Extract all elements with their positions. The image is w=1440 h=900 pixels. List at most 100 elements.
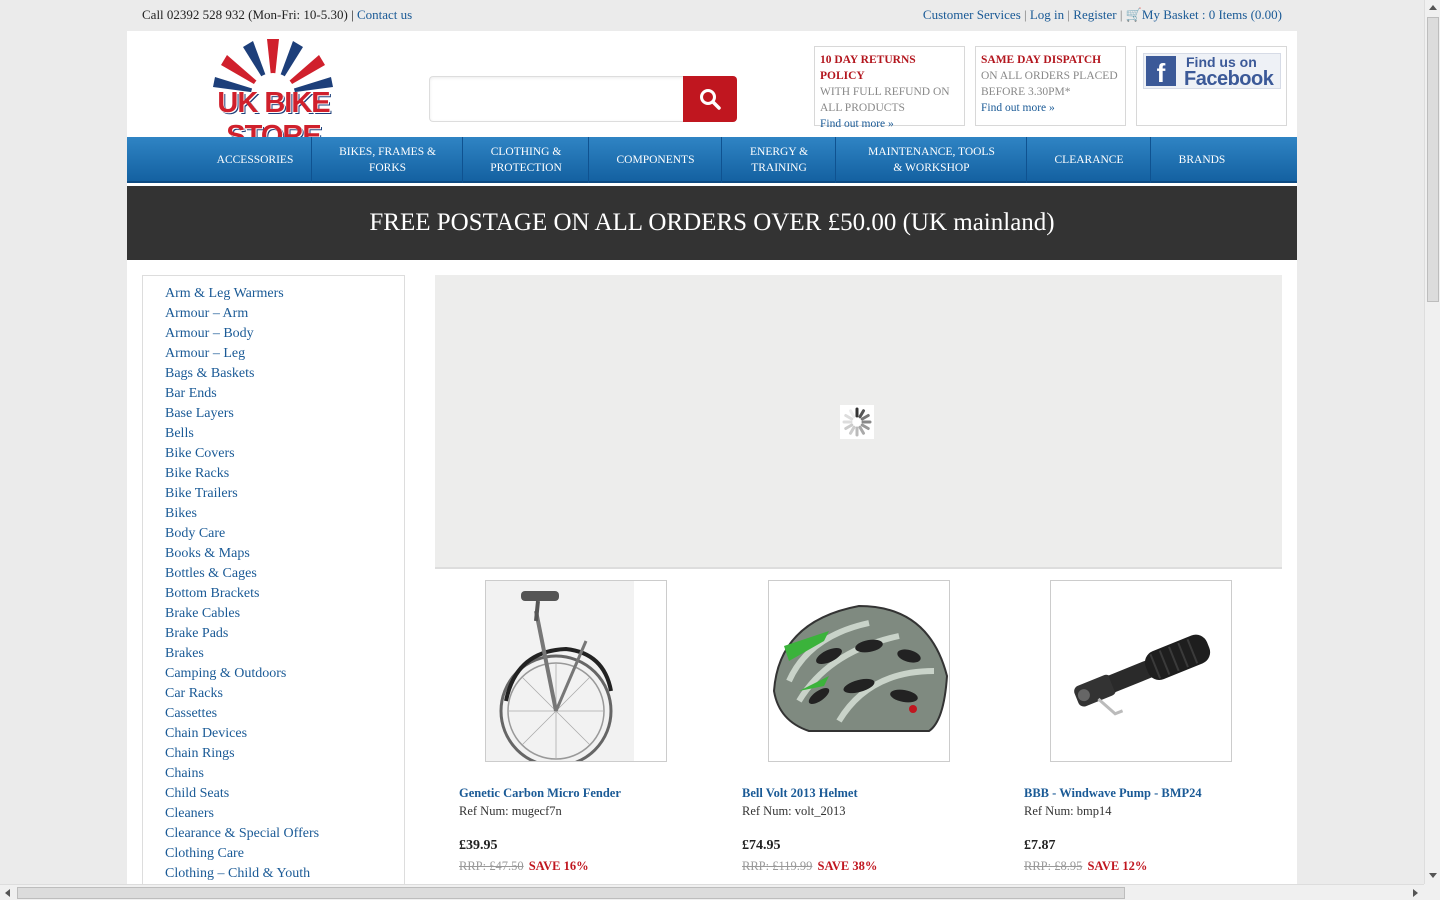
sidebar-category-link[interactable]: Brake Pads [165,624,319,644]
sidebar-category-link[interactable]: Base Layers [165,404,319,424]
product-save: SAVE 12% [1087,859,1148,873]
separator: | [1067,7,1071,22]
nav-maintenance-tools-workshop[interactable]: MAINTENANCE, TOOLS & WORKSHOP [837,137,1027,183]
product-image-link[interactable] [1050,580,1232,762]
product-ref: Ref Num: volt_2013 [742,804,846,818]
vertical-scrollbar[interactable] [1424,0,1440,884]
sidebar-category-link[interactable]: Bike Trailers [165,484,319,504]
sidebar-category-link[interactable]: Bottom Brackets [165,584,319,604]
basket-link[interactable]: 🛒My Basket : 0 Items (0.00) [1126,7,1282,22]
sidebar-category-link[interactable]: Camping & Outdoors [165,664,319,684]
nav-clearance[interactable]: CLEARANCE [1028,137,1151,183]
sidebar-category-link[interactable]: Chain Rings [165,744,319,764]
sidebar-category-link[interactable]: Bar Ends [165,384,319,404]
horizontal-scroll-thumb[interactable] [17,887,1125,899]
basket-label: My Basket : 0 Items (0.00) [1141,7,1282,22]
product-rrp: RRP: £119.99 [742,859,813,873]
sidebar-category-link[interactable]: Chains [165,764,319,784]
product-price: £39.95 [459,838,498,853]
sidebar-category-link[interactable]: Armour – Arm [165,304,319,324]
product-image-link[interactable] [768,580,950,762]
sidebar-category-link[interactable]: Books & Maps [165,544,319,564]
product-save: SAVE 16% [528,859,589,873]
sidebar-category-link[interactable]: Child Seats [165,784,319,804]
scroll-right-icon[interactable] [1413,889,1418,897]
category-sidebar: Arm & Leg Warmers Armour – Arm Armour – Bo… [142,275,405,895]
search-icon [700,89,721,110]
product-name[interactable]: BBB - Windwave Pump - BMP24 [1024,786,1202,801]
scrollbar-corner [1424,884,1440,900]
product-price: £7.87 [1024,838,1056,853]
nav-components[interactable]: COMPONENTS [590,137,722,183]
sidebar-category-link[interactable]: Bike Racks [165,464,319,484]
sidebar-category-link[interactable]: Clearance & Special Offers [165,824,319,844]
returns-promo: 10 DAY RETURNS POLICY WITH FULL REFUND O… [814,46,965,130]
product-save: SAVE 38% [817,859,878,873]
horizontal-scrollbar[interactable] [0,884,1424,900]
top-bar: Call 02392 528 932 (Mon-Fri: 10-5.30) | … [0,0,1424,30]
nav-energy-training[interactable]: ENERGY & TRAINING [723,137,836,183]
sidebar-category-link[interactable]: Bottles & Cages [165,564,319,584]
sidebar-category-link[interactable]: Bags & Baskets [165,364,319,384]
phone-text: Call 02392 528 932 (Mon-Fri: 10-5.30) [142,7,348,22]
sidebar-category-link[interactable]: Brakes [165,644,319,664]
nav-accessories[interactable]: ACCESSORIES [199,137,312,183]
promo-body: WITH FULL REFUND ON ALL PRODUCTS [820,86,950,114]
nav-bikes-frames-forks[interactable]: BIKES, FRAMES & FORKS [313,137,463,183]
sidebar-category-link[interactable]: Cleaners [165,804,319,824]
facebook-line2: Facebook [1184,68,1274,90]
facebook-link[interactable]: f Find us on Facebook [1143,53,1281,90]
product-name[interactable]: Genetic Carbon Micro Fender [459,786,621,801]
nav-clothing-protection[interactable]: CLOTHING & PROTECTION [464,137,589,183]
promo-title: SAME DAY DISPATCH [981,54,1102,66]
promo-body: ON ALL ORDERS PLACED BEFORE 3.30PM* [981,70,1118,98]
customer-services-link[interactable]: Customer Services [923,7,1021,22]
sidebar-category-link[interactable]: Arm & Leg Warmers [165,284,319,304]
scroll-left-icon[interactable] [5,889,10,897]
sidebar-category-link[interactable]: Car Racks [165,684,319,704]
cart-icon: 🛒 [1125,7,1142,22]
promo-link[interactable]: Find out more » [981,102,1055,114]
fender-icon [486,581,666,761]
product-name[interactable]: Bell Volt 2013 Helmet [742,786,858,801]
search-input[interactable] [429,76,685,122]
sidebar-category-link[interactable]: Bikes [165,504,319,524]
sidebar-category-link[interactable]: Armour – Leg [165,344,319,364]
facebook-icon: f [1146,56,1176,88]
sidebar-category-link[interactable]: Clothing – Child & Youth [165,864,319,884]
product-rrp: RRP: £8.95 [1024,859,1083,873]
scroll-down-icon[interactable] [1429,873,1437,878]
product-rrp-line: RRP: £8.95 SAVE 12% [1024,859,1147,874]
search-button[interactable] [683,76,737,122]
sidebar-category-link[interactable]: Body Care [165,524,319,544]
promo-link[interactable]: Find out more » [820,118,894,130]
sidebar-category-link[interactable]: Armour – Body [165,324,319,344]
logo[interactable]: UK BIKE STORE [171,37,376,152]
product-image-link[interactable] [485,580,667,762]
login-link[interactable]: Log in [1030,7,1064,22]
sidebar-category-link[interactable]: Bells [165,424,319,444]
free-postage-banner: FREE POSTAGE ON ALL ORDERS OVER £50.00 (… [127,186,1297,260]
main-nav: ACCESSORIES BIKES, FRAMES & FORKS CLOTHI… [127,137,1297,183]
sidebar-category-link[interactable]: Bike Covers [165,444,319,464]
scroll-up-icon[interactable] [1429,5,1437,10]
pump-icon [1051,581,1231,761]
sidebar-category-link[interactable]: Cassettes [165,704,319,724]
product-price: £74.95 [742,838,781,853]
register-link[interactable]: Register [1073,7,1116,22]
sidebar-category-link[interactable]: Chain Devices [165,724,319,744]
vertical-scroll-thumb[interactable] [1427,17,1439,302]
dispatch-promo: SAME DAY DISPATCH ON ALL ORDERS PLACED B… [975,46,1126,126]
loading-spinner-icon [840,405,874,439]
product-ref: Ref Num: mugecf7n [459,804,562,818]
promo-title: 10 DAY RETURNS POLICY [820,54,916,82]
sidebar-category-link[interactable]: Clothing Care [165,844,319,864]
nav-brands[interactable]: BRANDS [1152,137,1252,183]
contact-link[interactable]: Contact us [357,7,412,22]
sidebar-category-link[interactable]: Brake Cables [165,604,319,624]
page-container: UK BIKE STORE 10 DAY RETURNS POLICY WITH… [127,31,1297,895]
hero-slider[interactable] [435,275,1282,569]
search-form [429,76,737,122]
top-bar-right: Customer Services | Log in | Register | … [923,7,1282,23]
product-ref: Ref Num: bmp14 [1024,804,1112,818]
